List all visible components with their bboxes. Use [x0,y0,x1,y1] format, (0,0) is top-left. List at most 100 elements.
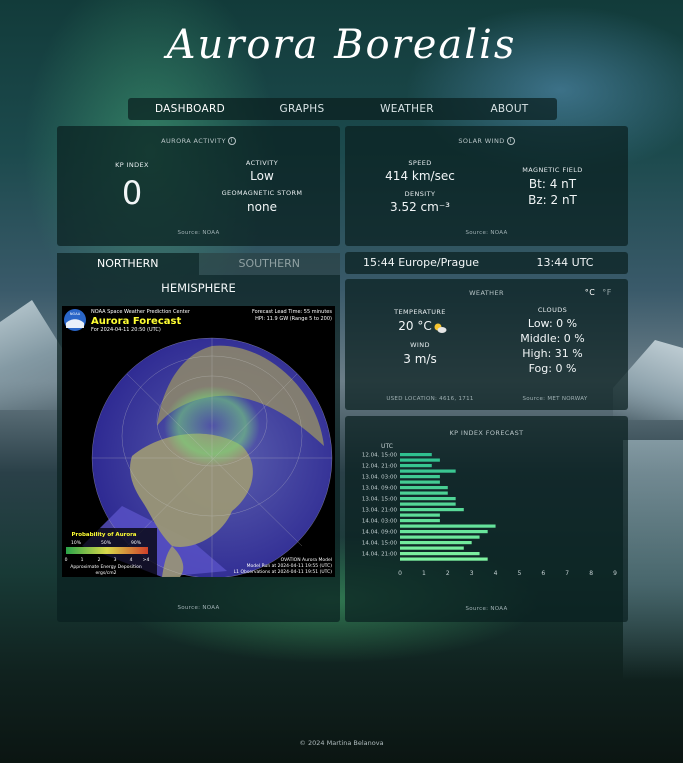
background-snow-right [623,440,683,680]
footer: © 2024 Martina Belanova [299,739,384,747]
kp-bar [400,453,432,457]
kp-bar [400,546,464,550]
bz-value: Bz: 2 nT [528,193,577,207]
kp-bar [400,519,440,523]
kp-category-label: 13.04. 09:00 [362,485,398,491]
kp-bar [400,541,472,545]
kp-x-tick: 6 [541,570,545,577]
nav-graphs[interactable]: GRAPHS [252,103,352,115]
kp-bar [400,469,456,473]
kp-index-label: KP INDEX [115,161,149,169]
solar-wind-title: SOLAR WIND i [345,137,628,145]
aurora-activity-title: AURORA ACTIVITY i [57,137,340,145]
kp-index-value: 0 [121,174,143,212]
probability-title: Probability of Aurora [71,532,136,538]
kp-bar [400,524,496,528]
speed-value: 414 km/sec [385,169,455,183]
kp-x-tick: 7 [565,570,569,577]
kp-bar [400,502,456,506]
aurora-activity-title-text: AURORA ACTIVITY [161,137,226,145]
aurora-map-svg: NOAA NOAA Space Weather Prediction Cente… [62,306,335,577]
kp-bar [400,497,456,501]
clouds-label: CLOUDS [537,306,568,314]
geomagnetic-storm-label: GEOMAGNETIC STORM [221,189,303,197]
scale-tick-0: 0 [65,557,68,563]
activity-value: Low [250,169,274,183]
scale-tick-4: 4 [130,557,133,563]
unit-fahrenheit-toggle[interactable]: °F [600,288,614,297]
probability-tick-10: 10% [71,540,82,546]
scale-tick-3: 3 [114,557,117,563]
time-bar: 15:44 Europe/Prague 13:44 UTC [345,252,628,274]
density-value: 3.52 cm⁻³ [390,200,450,214]
magnetic-field-label: MAGNETIC FIELD [522,166,583,174]
model-line-2: Model Run at 2024-04-11 19:55 (UTC) [247,563,333,569]
kp-bar [400,491,448,495]
map-hpi: HPI: 11.9 GW (Range 5 to 200) [255,316,332,322]
kp-forecast-chart: UTC 12.04. 15:00 12.04. 21:00 13.04. 03:00… [362,443,617,577]
probability-tick-90: 90% [131,540,142,546]
nav-weather[interactable]: WEATHER [352,103,462,115]
scale-tick-gt4: >4 [143,557,150,563]
kp-category-label: 14.04. 15:00 [362,540,398,546]
used-location: USED LOCATION: 4616, 1711 [386,396,474,402]
aurora-activity-source: Source: NOAA [177,230,220,236]
kp-bar [400,530,488,534]
wind-label: WIND [410,341,430,349]
tab-southern[interactable]: SOUTHERN [198,253,340,275]
noaa-badge: NOAA [70,312,81,316]
chart-ylabel: UTC [381,443,393,450]
solar-wind-panel: SOLAR WIND i SPEED 414 km/sec DENSITY 3.5… [345,126,628,246]
density-label: DENSITY [404,190,436,198]
aurora-activity-panel: AURORA ACTIVITY i KP INDEX 0 ACTIVITY Low… [57,126,340,246]
kp-bar [400,557,488,561]
kp-x-tick: 4 [494,570,498,577]
kp-x-tick: 3 [470,570,474,577]
hemisphere-title: HEMISPHERE [161,281,236,295]
hemisphere-source: Source: NOAA [177,605,220,611]
kp-forecast-panel: KP INDEX FORECAST UTC 12.04. 15:00 12.04.… [345,416,628,622]
map-header-left: NOAA Space Weather Prediction Center [91,309,191,315]
geomagnetic-storm-value: none [247,200,277,214]
map-for-time: For 2024-04-11 20:50 (UTC) [91,327,161,333]
local-time: 15:44 Europe/Prague [363,256,480,269]
kp-x-tick: 2 [446,570,450,577]
kp-bar [400,486,448,490]
weather-panel: WEATHER °C °F TEMPERATURE 20 °C WIND 3 m… [345,279,628,410]
info-icon[interactable]: i [506,137,515,145]
kp-category-label: 12.04. 21:00 [362,463,398,469]
tab-northern[interactable]: NORTHERN [57,253,199,275]
clouds-high: High: 31 % [522,347,583,360]
activity-label: ACTIVITY [245,159,279,167]
kp-bar [400,508,464,512]
kp-bar [400,552,480,556]
kp-forecast-title: KP INDEX FORECAST [449,429,524,437]
nav-dashboard[interactable]: DASHBOARD [128,103,252,115]
kp-category-label: 14.04. 21:00 [362,551,398,557]
kp-x-tick: 5 [518,570,522,577]
info-icon[interactable]: i [227,137,236,145]
wind-value: 3 m/s [403,352,437,366]
kp-bar [400,458,440,462]
kp-category-label: 14.04. 03:00 [362,518,398,524]
kp-forecast-source: Source: NOAA [465,606,508,612]
kp-x-tick: 9 [613,570,617,577]
kp-category-label: 14.04. 09:00 [362,529,398,535]
kp-bar [400,513,440,517]
solar-wind-title-text: SOLAR WIND [458,137,505,145]
kp-category-label: 12.04. 15:00 [362,452,398,458]
probability-tick-50: 50% [101,540,112,546]
unit-celsius-toggle[interactable]: °C [583,288,597,297]
solar-wind-source: Source: NOAA [465,230,508,236]
kp-category-label: 13.04. 03:00 [362,474,398,480]
nav-about[interactable]: ABOUT [462,103,557,115]
kp-x-tick: 8 [589,570,593,577]
scale-caption-1: Approximate Energy Deposition [70,564,142,570]
clouds-fog: Fog: 0 % [528,362,577,375]
kp-bar [400,480,440,484]
bt-value: Bt: 4 nT [528,177,577,191]
scale-tick-1: 1 [81,557,84,563]
map-title: Aurora Forecast [91,316,181,327]
speed-label: SPEED [408,159,432,167]
clouds-middle: Middle: 0 % [520,332,585,345]
